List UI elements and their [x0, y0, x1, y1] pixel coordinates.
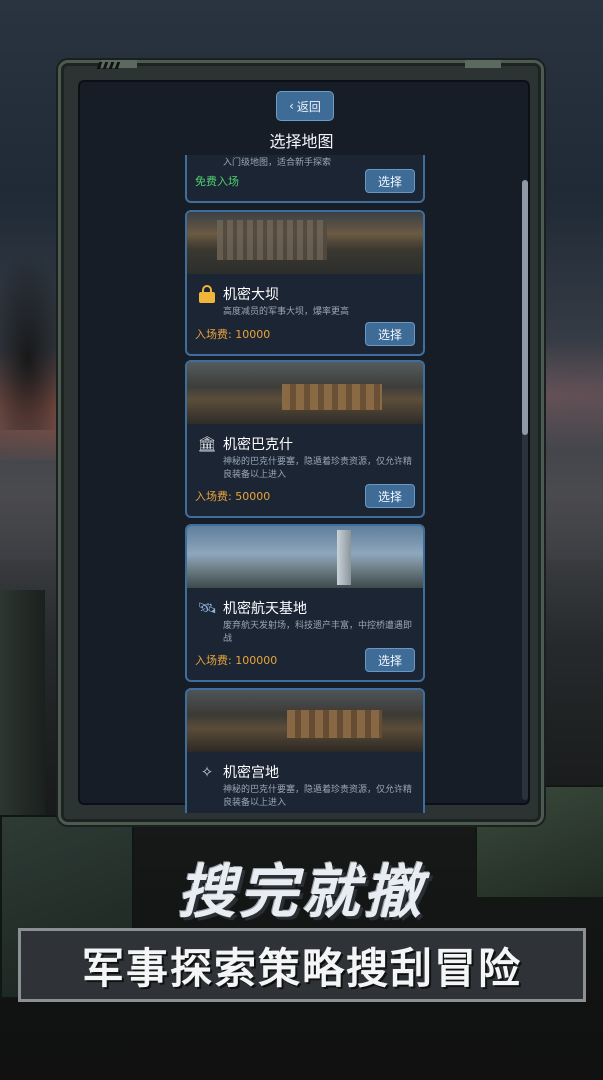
page-title: 选择地图 — [269, 132, 334, 151]
map-description: 神秘的巴克什要塞，隐遁着珍贵资源，仅允许精良装备以上进入 — [223, 457, 413, 480]
back-button[interactable]: ‹ 返回 — [276, 91, 334, 121]
map-description: 废弃航天发射场，科技遗产丰富，中控桥遭遇即战 — [223, 621, 413, 644]
entry-fee: 入场费: 10000 — [195, 328, 271, 341]
map-description: 高度减员的军事大坝，爆率更高 — [223, 307, 350, 317]
chevron-left-icon: ‹ — [289, 99, 294, 113]
background-post — [0, 590, 45, 820]
select-button[interactable]: 选择 — [365, 484, 415, 508]
list-scrollbar[interactable] — [522, 180, 528, 800]
map-description: 神秘的巴克什要塞，隐遁着珍贵资源，仅允许精良装备以上进入 — [223, 785, 413, 808]
map-preview-image — [187, 212, 423, 274]
select-button[interactable]: 选择 — [365, 169, 415, 193]
warning-icon: ▲ — [197, 155, 217, 159]
compass-icon: ✧ — [200, 763, 214, 781]
temple-icon: 🏛 — [197, 435, 217, 453]
entry-fee: 入场费: 100000 — [195, 654, 278, 667]
frame-vent — [96, 62, 121, 69]
lock-icon — [197, 284, 217, 304]
select-button[interactable]: 选择 — [365, 322, 415, 346]
map-card-space-base[interactable]: 🛰 机密航天基地 废弃航天发射场，科技遗产丰富，中控桥遭遇即战 入场费: 100… — [185, 524, 425, 682]
map-card-dam[interactable]: 机密大坝 高度减员的军事大坝，爆率更高 入场费: 10000 选择 — [185, 210, 425, 356]
promo-subline: 军事探索策略搜刮冒险 — [81, 943, 522, 993]
entry-fee: 免费入场 — [195, 175, 239, 188]
frame-notch — [465, 60, 501, 68]
scrollbar-thumb[interactable] — [522, 180, 528, 435]
map-preview-image — [187, 690, 423, 752]
select-button[interactable]: 选择 — [365, 648, 415, 672]
promo-banner: 军事探索策略搜刮冒险 — [18, 928, 586, 1002]
map-card-beginner[interactable]: ▲ 入门级地图，适合新手探索 免费入场 选择 — [185, 155, 425, 203]
back-button-label: 返回 — [296, 99, 321, 114]
map-list[interactable]: ▲ 入门级地图，适合新手探索 免费入场 选择 机密大坝 高度减员的军事大坝，爆率… — [183, 155, 429, 813]
map-description: 入门级地图，适合新手探索 — [223, 158, 332, 168]
promo-headline: 搜完就撤 — [177, 858, 426, 926]
map-preview-image — [187, 362, 423, 424]
map-name: 机密巴克什 — [223, 437, 293, 453]
map-name: 机密航天基地 — [223, 601, 307, 617]
map-name: 机密宫地 — [223, 765, 279, 781]
satellite-icon: 🛰 — [197, 599, 217, 617]
map-card-palace[interactable]: ✧ 机密宫地 神秘的巴克什要塞，隐遁着珍贵资源，仅允许精良装备以上进入 — [185, 688, 425, 813]
map-preview-image — [187, 526, 423, 588]
map-name: 机密大坝 — [223, 287, 279, 303]
entry-fee: 入场费: 50000 — [195, 490, 271, 503]
map-card-bakhsh[interactable]: 🏛 机密巴克什 神秘的巴克什要塞，隐遁着珍贵资源，仅允许精良装备以上进入 入场费… — [185, 360, 425, 518]
